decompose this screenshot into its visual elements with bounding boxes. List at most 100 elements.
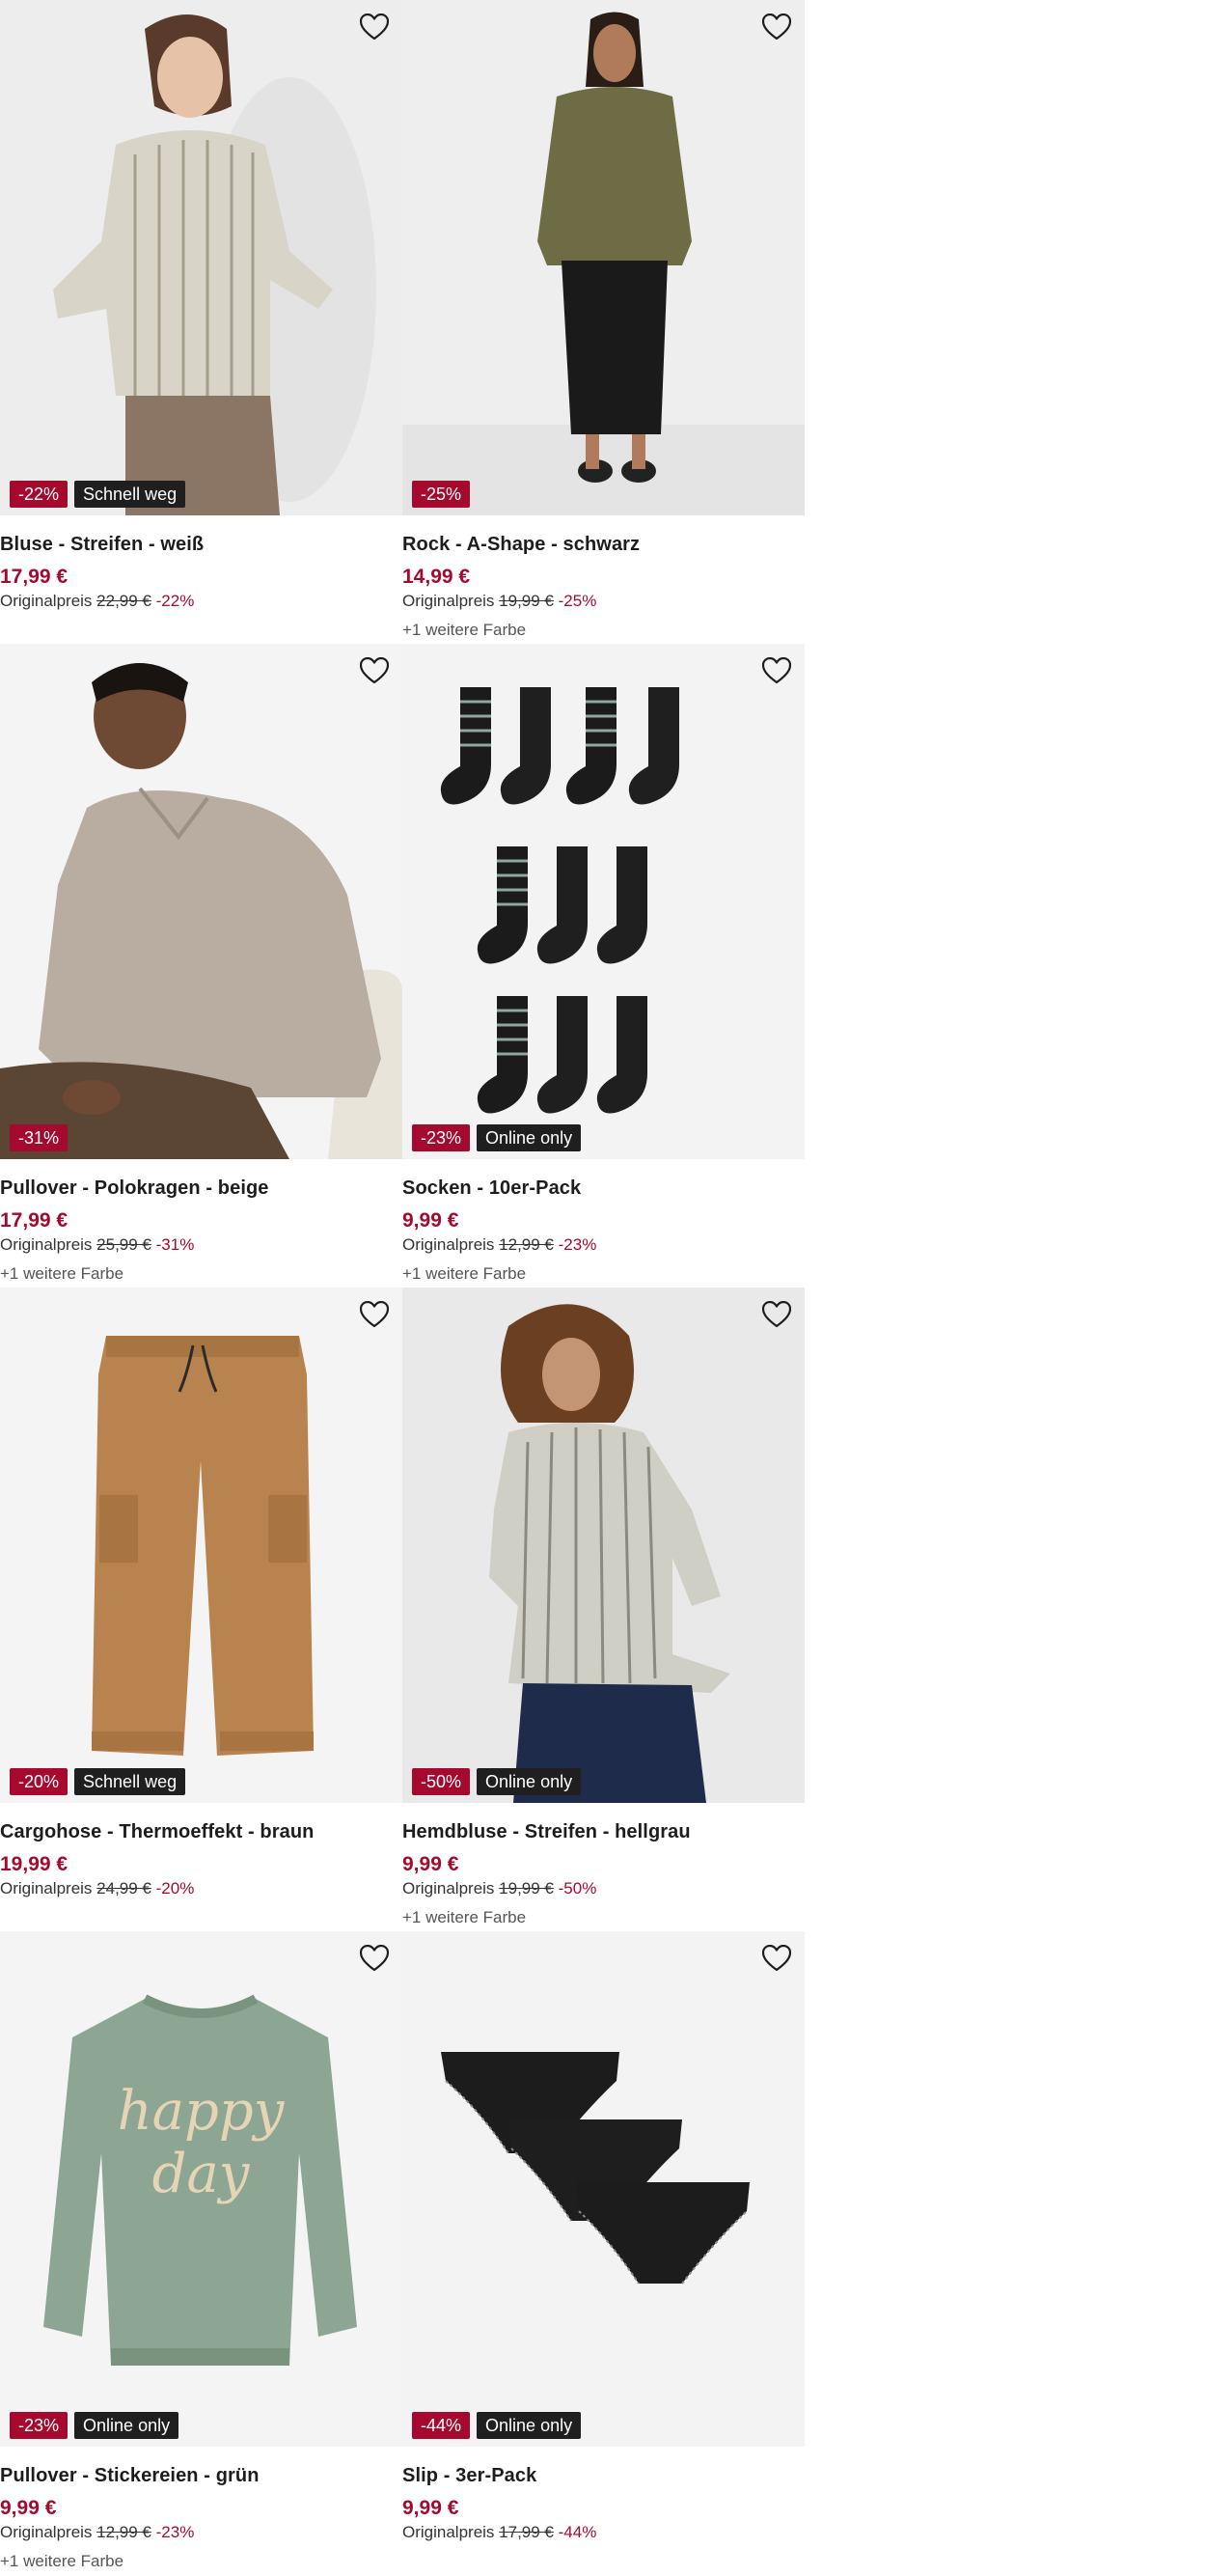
- product-photo-cargo-pants: [0, 1288, 402, 1803]
- sale-price: 17,99 €: [0, 1209, 69, 1232]
- original-price-label: Originalpreis: [402, 2523, 495, 2541]
- product-image[interactable]: -20% Schnell weg: [0, 1288, 402, 1803]
- product-title[interactable]: Socken - 10er-Pack: [402, 1177, 805, 1200]
- more-colors-link[interactable]: +1 weitere Farbe: [402, 1264, 805, 1284]
- discount-badge: -23%: [412, 1124, 471, 1151]
- product-info: Pullover - Stickereien - grün 9,99 € Ori…: [0, 2447, 402, 2571]
- product-title[interactable]: Bluse - Streifen - weiß: [0, 533, 402, 556]
- product-info: Hemdbluse - Streifen - hellgrau 9,99 € O…: [402, 1803, 805, 1927]
- product-image[interactable]: -44% Online only: [402, 1931, 805, 2447]
- product-image[interactable]: -50% Online only: [402, 1288, 805, 1803]
- discount-percent: -23%: [558, 1235, 597, 1254]
- product-title[interactable]: Pullover - Stickereien - grün: [0, 2464, 402, 2487]
- product-title[interactable]: Cargohose - Thermoeffekt - braun: [0, 1820, 402, 1843]
- original-price-label: Originalpreis: [402, 592, 495, 610]
- product-card[interactable]: -25% Rock - A-Shape - schwarz 14,99 € Or…: [402, 0, 805, 644]
- product-card[interactable]: -20% Schnell weg Cargohose - Thermoeffek…: [0, 1288, 402, 1931]
- sale-price: 9,99 €: [402, 2497, 459, 2519]
- heart-icon: [360, 14, 389, 41]
- badge-group: -22% Schnell weg: [10, 481, 186, 508]
- original-price-label: Originalpreis: [402, 1235, 495, 1254]
- original-price-label: Originalpreis: [0, 1235, 93, 1254]
- promo-badge: Online only: [74, 2412, 179, 2439]
- original-price: 12,99 €: [499, 1235, 554, 1254]
- product-title[interactable]: Slip - 3er-Pack: [402, 2464, 805, 2487]
- product-card[interactable]: -50% Online only Hemdbluse - Streifen - …: [402, 1288, 805, 1931]
- discount-percent: -23%: [155, 2523, 195, 2541]
- product-photo-shirt-blouse: [402, 1288, 805, 1803]
- promo-badge: Online only: [477, 2412, 582, 2439]
- product-image[interactable]: happy day -23% Online only: [0, 1931, 402, 2447]
- product-info: Socken - 10er-Pack 9,99 € Originalpreis …: [402, 1159, 805, 1284]
- wishlist-button[interactable]: [760, 1943, 793, 1974]
- original-price-line: Originalpreis 25,99 € -31%: [0, 1234, 402, 1256]
- sale-price: 19,99 €: [0, 1853, 69, 1875]
- product-image[interactable]: -22% Schnell weg: [0, 0, 402, 515]
- product-photo-pullover: [0, 644, 402, 1159]
- more-colors-link[interactable]: +1 weitere Farbe: [0, 2552, 402, 2571]
- product-info: Cargohose - Thermoeffekt - braun 19,99 €…: [0, 1803, 402, 1899]
- product-photo-blouse: [0, 0, 402, 515]
- badge-group: -50% Online only: [412, 1768, 582, 1795]
- product-info: Bluse - Streifen - weiß 17,99 € Original…: [0, 515, 402, 612]
- discount-badge: -44%: [412, 2412, 471, 2439]
- product-photo-skirt: [402, 0, 805, 515]
- original-price: 12,99 €: [96, 2523, 151, 2541]
- product-card[interactable]: happy day -23% Online only Pullover - St…: [0, 1931, 402, 2575]
- sale-price: 17,99 €: [0, 566, 69, 588]
- badge-group: -25%: [412, 481, 471, 508]
- original-price-line: Originalpreis 12,99 € -23%: [0, 2522, 402, 2543]
- product-title[interactable]: Pullover - Polokragen - beige: [0, 1177, 402, 1200]
- product-card[interactable]: -22% Schnell weg Bluse - Streifen - weiß…: [0, 0, 402, 644]
- product-info: Rock - A-Shape - schwarz 14,99 € Origina…: [402, 515, 805, 640]
- badge-group: -44% Online only: [412, 2412, 582, 2439]
- product-card[interactable]: -23% Online only Socken - 10er-Pack 9,99…: [402, 644, 805, 1288]
- product-image[interactable]: -23% Online only: [402, 644, 805, 1159]
- sale-price: 14,99 €: [402, 566, 471, 588]
- original-price-line: Originalpreis 19,99 € -50%: [402, 1878, 805, 1899]
- heart-icon: [360, 1301, 389, 1328]
- original-price: 19,99 €: [499, 592, 554, 610]
- wishlist-button[interactable]: [760, 655, 793, 686]
- promo-badge: Schnell weg: [74, 1768, 186, 1795]
- product-grid: -22% Schnell weg Bluse - Streifen - weiß…: [0, 0, 805, 2575]
- discount-percent: -20%: [155, 1879, 195, 1897]
- product-image[interactable]: -31%: [0, 644, 402, 1159]
- wishlist-button[interactable]: [358, 12, 391, 42]
- product-image[interactable]: -25%: [402, 0, 805, 515]
- product-photo-briefs: [402, 1931, 805, 2447]
- svg-text:happy: happy: [118, 2080, 286, 2143]
- product-title[interactable]: Rock - A-Shape - schwarz: [402, 533, 805, 556]
- svg-text:day: day: [152, 2143, 251, 2205]
- more-colors-link[interactable]: +1 weitere Farbe: [402, 621, 805, 640]
- badge-group: -23% Online only: [412, 1124, 582, 1151]
- sale-price: 9,99 €: [402, 1853, 459, 1875]
- wishlist-button[interactable]: [358, 1299, 391, 1330]
- original-price: 24,99 €: [96, 1879, 151, 1897]
- product-title[interactable]: Hemdbluse - Streifen - hellgrau: [402, 1820, 805, 1843]
- original-price: 25,99 €: [96, 1235, 151, 1254]
- original-price-line: Originalpreis 17,99 € -44%: [402, 2522, 805, 2543]
- discount-percent: -44%: [558, 2523, 597, 2541]
- product-info: Pullover - Polokragen - beige 17,99 € Or…: [0, 1159, 402, 1284]
- wishlist-button[interactable]: [358, 1943, 391, 1974]
- discount-percent: -50%: [558, 1879, 597, 1897]
- product-photo-socks: [402, 644, 805, 1159]
- sale-price: 9,99 €: [0, 2497, 57, 2519]
- original-price: 17,99 €: [499, 2523, 554, 2541]
- wishlist-button[interactable]: [760, 12, 793, 42]
- original-price-line: Originalpreis 24,99 € -20%: [0, 1878, 402, 1899]
- more-colors-link[interactable]: +1 weitere Farbe: [0, 1264, 402, 1284]
- discount-badge: -20%: [10, 1768, 69, 1795]
- product-card[interactable]: -44% Online only Slip - 3er-Pack 9,99 € …: [402, 1931, 805, 2575]
- heart-icon: [762, 657, 791, 684]
- original-price-line: Originalpreis 12,99 € -23%: [402, 1234, 805, 1256]
- heart-icon: [360, 1945, 389, 1972]
- product-card[interactable]: -31% Pullover - Polokragen - beige 17,99…: [0, 644, 402, 1288]
- original-price-label: Originalpreis: [402, 1879, 495, 1897]
- badge-group: -31%: [10, 1124, 69, 1151]
- wishlist-button[interactable]: [358, 655, 391, 686]
- wishlist-button[interactable]: [760, 1299, 793, 1330]
- more-colors-link[interactable]: +1 weitere Farbe: [402, 1908, 805, 1927]
- product-photo-knit-sweater: happy day: [0, 1931, 402, 2447]
